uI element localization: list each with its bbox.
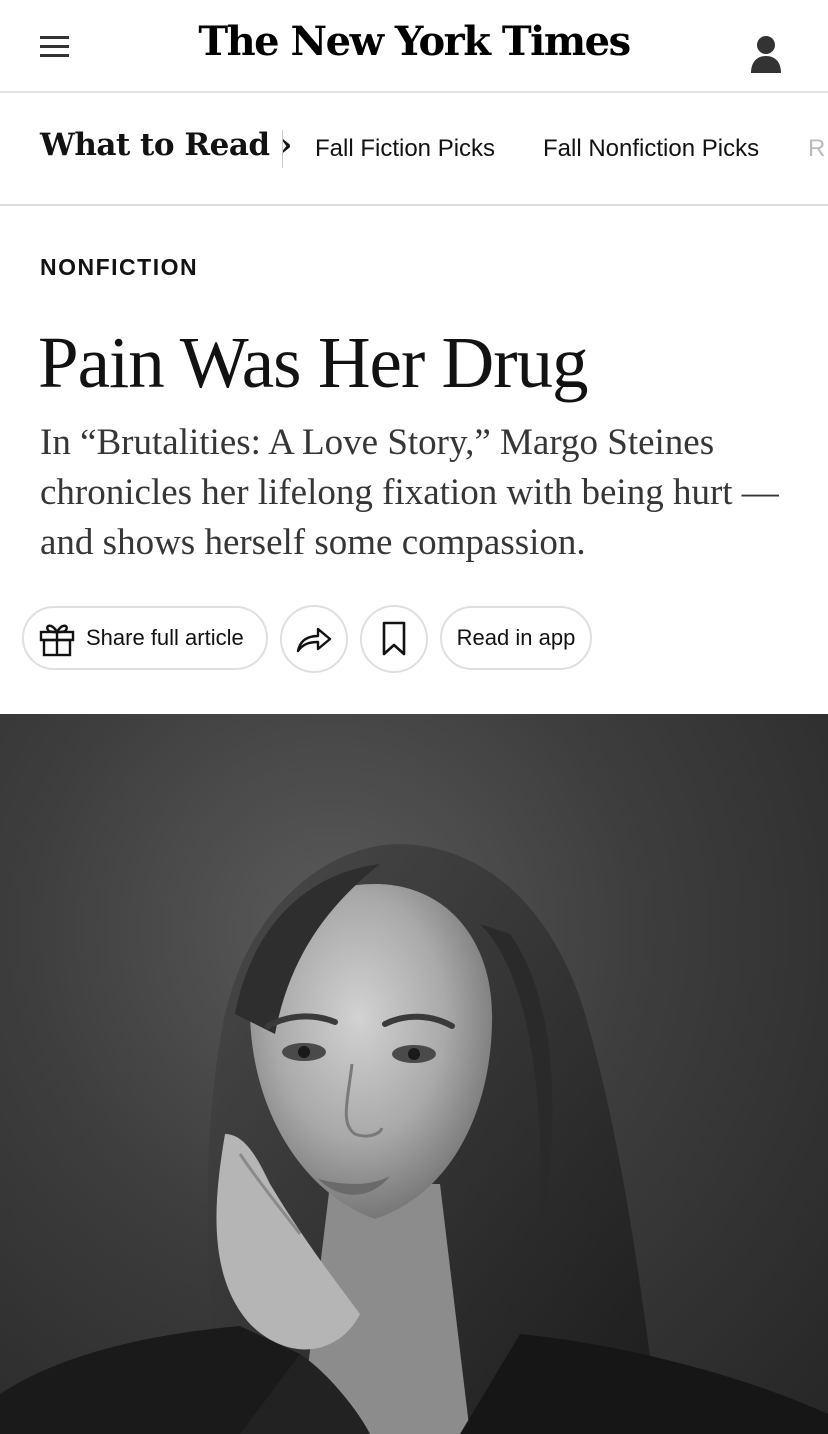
subnav-link-fall-nonfiction[interactable]: Fall Nonfiction Picks xyxy=(543,135,759,163)
article-lead-photo xyxy=(0,714,828,1434)
share-full-article-button[interactable]: Share full article xyxy=(22,606,268,670)
user-icon xyxy=(751,36,781,73)
read-in-app-label: Read in app xyxy=(456,625,576,650)
read-in-app-button[interactable]: Read in app xyxy=(440,606,592,670)
article-kicker[interactable]: NONFICTION xyxy=(40,254,198,281)
save-button[interactable] xyxy=(360,605,428,673)
subnav-divider xyxy=(282,130,283,168)
subnav-link-fall-fiction[interactable]: Fall Fiction Picks xyxy=(315,135,495,163)
section-title-link[interactable]: What to Read › xyxy=(40,127,292,163)
masthead: The New York Times xyxy=(0,0,828,93)
share-button[interactable] xyxy=(280,605,348,673)
bookmark-icon xyxy=(382,621,406,656)
account-button[interactable] xyxy=(750,34,782,74)
article-summary: In “Brutalities: A Love Story,” Margo St… xyxy=(40,422,779,563)
section-subnav: What to Read › Fall Fiction Picks Fall N… xyxy=(0,93,828,206)
share-full-article-label: Share full article xyxy=(86,625,244,650)
portrait-photo xyxy=(0,844,828,1434)
nyt-logo[interactable]: The New York Times xyxy=(0,18,828,65)
subnav-link-truncated[interactable]: R xyxy=(808,135,825,163)
share-arrow-icon xyxy=(296,627,332,653)
gift-icon xyxy=(39,624,75,657)
article-headline: Pain Was Her Drug xyxy=(38,322,589,403)
